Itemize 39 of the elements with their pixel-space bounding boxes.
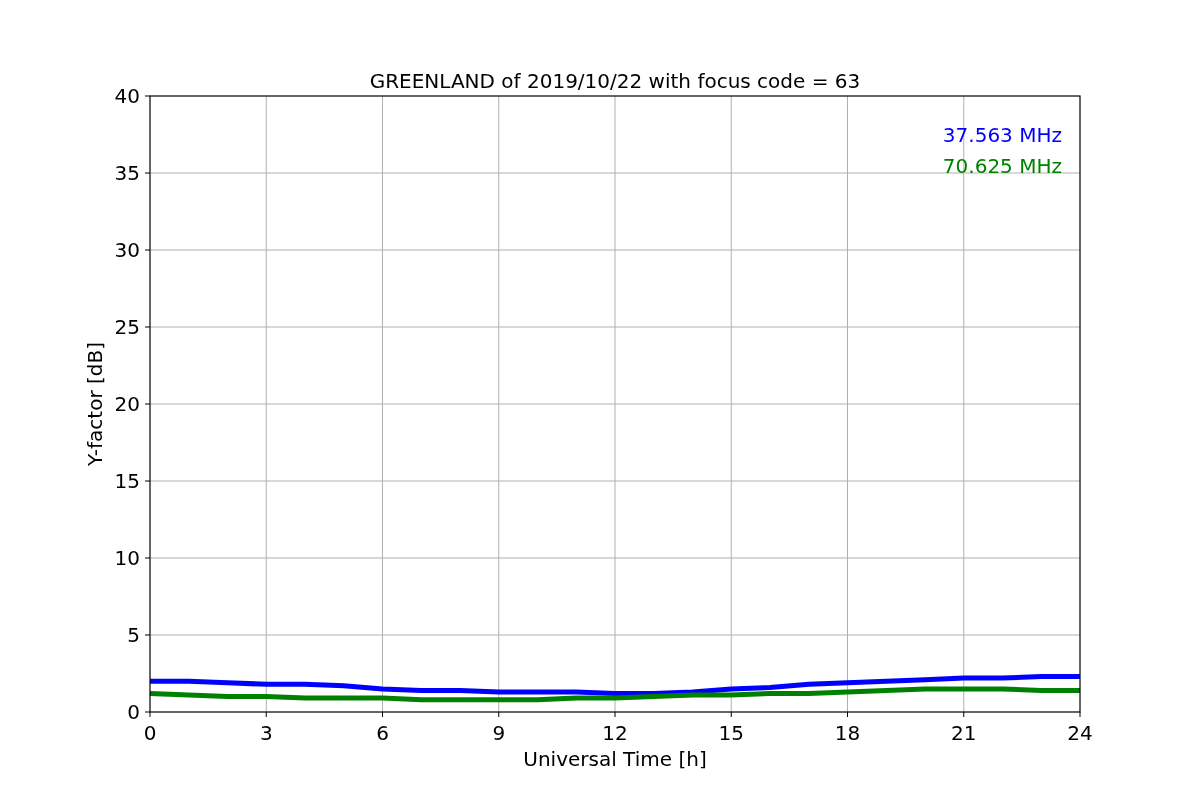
tick-mark [498,711,500,718]
tick-mark [144,634,151,636]
tick-mark [614,711,616,718]
tick-label: 30 [114,238,140,262]
tick-label: 5 [127,623,140,647]
tick-mark [144,403,151,405]
x-axis-label: Universal Time [h] [523,747,707,771]
tick-mark [730,711,732,718]
tick-mark [144,249,151,251]
tick-mark [1079,711,1081,718]
tick-mark [144,172,151,174]
chart-title: GREENLAND of 2019/10/22 with focus code = 63 [369,69,861,93]
tick-label: 24 [1067,721,1093,745]
tick-mark [144,95,151,97]
tick-mark [265,711,267,718]
tick-label: 20 [114,392,140,416]
tick-label: 3 [259,721,273,745]
tick-label: 9 [492,721,506,745]
tick-mark [144,557,151,559]
legend-label: 37.563 MHz [942,123,1062,147]
tick-mark [847,711,848,718]
legend-label: 70.625 MHz [942,154,1062,178]
tick-mark [963,711,965,718]
tick-mark [382,711,383,718]
tick-label: 15 [114,469,140,493]
tick-label: 0 [143,721,157,745]
tick-label: 15 [718,721,744,745]
tick-mark [144,480,151,482]
tick-label: 10 [114,546,140,570]
tick-label: 18 [834,721,861,745]
tick-label: 21 [951,721,977,745]
tick-label: 0 [127,700,140,724]
tick-label: 40 [114,84,140,108]
tick-label: 12 [602,721,628,745]
tick-label: 25 [114,315,140,339]
tick-mark [144,326,151,328]
y-axis-label: Y-factor [dB] [83,342,107,466]
tick-label: 35 [114,161,140,185]
tick-label: 6 [376,721,389,745]
